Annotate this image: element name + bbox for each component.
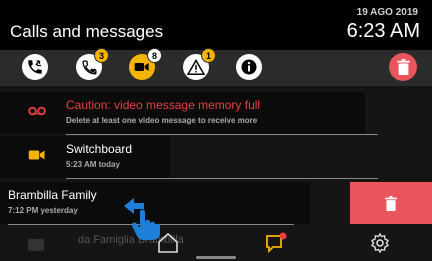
list-item-swiped[interactable]: Brambilla Family 7:12 PM yesterday — [0, 182, 432, 226]
alerts-filter-button[interactable]: 1 — [183, 48, 216, 80]
divider — [66, 178, 378, 179]
video-camera-icon — [28, 150, 45, 160]
list-item-subtitle: 7:12 PM yesterday — [8, 206, 78, 215]
list-item-title: Caution: video message memory full — [66, 98, 261, 112]
list-item-subtitle: 5:23 AM today — [66, 160, 120, 169]
missed-calls-badge: 3 — [94, 48, 109, 63]
info-icon — [241, 59, 257, 75]
list-item-title: Switchboard — [66, 142, 133, 156]
alerts-badge: 1 — [201, 48, 216, 63]
video-camera-icon — [134, 63, 149, 71]
missed-call-icon — [81, 59, 97, 75]
delete-item-button[interactable] — [350, 182, 432, 224]
video-messages-filter-button[interactable]: 8 — [129, 48, 162, 80]
page-title: Calls and messages — [10, 22, 164, 41]
trash-icon — [396, 59, 410, 75]
header: Calls and messages 19 AGO 2019 6:23 AM — [0, 0, 432, 50]
all-calls-filter-button[interactable] — [22, 54, 48, 80]
phone-arrows-icon — [28, 60, 42, 74]
home-indicator — [196, 256, 236, 259]
voicemail-icon — [28, 106, 46, 116]
video-messages-badge: 8 — [147, 48, 162, 63]
settings-gear-icon[interactable] — [368, 231, 392, 255]
messages-icon[interactable] — [264, 231, 288, 255]
missed-calls-filter-button[interactable]: 3 — [76, 48, 109, 80]
list-item-title: Brambilla Family — [8, 188, 97, 202]
info-filter-button[interactable] — [236, 54, 262, 80]
list-item[interactable]: Switchboard 5:23 AM today — [0, 136, 432, 180]
list-item[interactable]: Caution: video message memory full Delet… — [0, 92, 432, 136]
calls-and-messages-screen: Calls and messages 19 AGO 2019 6:23 AM 3… — [0, 0, 432, 261]
time-label: 6:23 AM — [346, 20, 420, 42]
date-label: 19 AGO 2019 — [356, 7, 418, 18]
divider — [66, 134, 378, 135]
home-icon[interactable] — [156, 231, 180, 255]
warning-icon — [187, 59, 205, 75]
delete-all-button[interactable] — [389, 53, 417, 81]
filter-bar: 3 8 1 — [0, 48, 432, 86]
list-item-subtitle: Delete at least one video message to rec… — [66, 116, 258, 125]
trash-icon — [385, 195, 397, 211]
